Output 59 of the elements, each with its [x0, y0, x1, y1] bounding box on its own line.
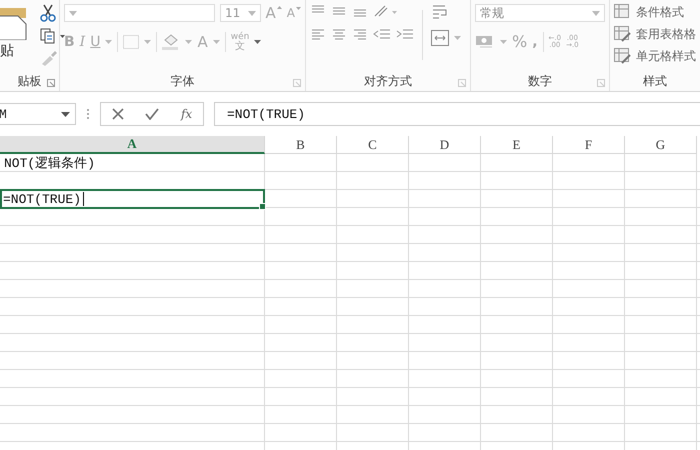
- format-painter-icon[interactable]: [40, 50, 58, 66]
- column-header[interactable]: C: [337, 136, 409, 154]
- name-box[interactable]: M: [0, 103, 76, 125]
- up-arrow-icon: [276, 6, 282, 8]
- scissors-icon[interactable]: [40, 4, 56, 22]
- copy-icon[interactable]: [40, 28, 66, 44]
- more-options-icon[interactable]: [86, 107, 90, 121]
- down-arrow-icon: [296, 7, 301, 10]
- dialog-launcher-icon[interactable]: [597, 79, 605, 87]
- group-label: 数字: [528, 72, 552, 90]
- group-label: 样式: [643, 72, 667, 90]
- style-menu-button[interactable]: 套用表格格: [636, 28, 696, 40]
- checkmark-icon[interactable]: [145, 108, 160, 120]
- fill-handle[interactable]: [259, 203, 266, 210]
- table-style-icon[interactable]: [614, 48, 631, 64]
- group-label: 对齐方式: [364, 72, 412, 90]
- table-style-icon[interactable]: [614, 4, 631, 20]
- indent-icon[interactable]: [396, 28, 414, 40]
- formula-field[interactable]: =NOT(TRUE): [214, 102, 700, 126]
- font-name-dropdown[interactable]: [64, 4, 216, 22]
- paste-button[interactable]: 贴: [0, 42, 14, 60]
- border-icon[interactable]: [123, 35, 140, 49]
- group-label: 字体: [170, 72, 194, 90]
- font-size-dropdown[interactable]: 11: [220, 4, 261, 22]
- caret-icon[interactable]: [61, 112, 70, 116]
- column-header[interactable]: D: [409, 136, 481, 154]
- currency-icon[interactable]: [475, 35, 495, 49]
- number-format-value: 常规: [480, 4, 504, 22]
- cell-text: =NOT(TRUE): [3, 192, 82, 206]
- merge-cells-icon[interactable]: [431, 30, 449, 46]
- close-icon[interactable]: [112, 108, 124, 120]
- name-box-value: M: [0, 106, 7, 122]
- fill-color-icon[interactable]: [162, 34, 180, 50]
- style-menu-button[interactable]: 单元格样式: [636, 50, 696, 62]
- outdent-icon[interactable]: [373, 28, 391, 40]
- column-header[interactable]: F: [553, 136, 625, 154]
- dialog-launcher-icon[interactable]: [47, 79, 55, 87]
- column-header[interactable]: A: [0, 136, 265, 154]
- group-label: 贴板: [18, 72, 42, 90]
- column-header[interactable]: B: [265, 136, 337, 154]
- text-cursor: [83, 192, 84, 206]
- orientation-icon[interactable]: [373, 4, 399, 18]
- dialog-launcher-icon[interactable]: [293, 79, 301, 87]
- table-style-icon[interactable]: [614, 26, 631, 42]
- column-header[interactable]: E: [481, 136, 553, 154]
- number-format-dropdown[interactable]: 常规: [475, 4, 605, 22]
- font-size-value: 11: [225, 6, 240, 20]
- column-header[interactable]: G: [625, 136, 697, 154]
- active-cell[interactable]: =NOT(TRUE): [0, 189, 265, 209]
- wrap-text-icon[interactable]: [431, 4, 449, 20]
- cell-text: NOT(逻辑条件): [4, 155, 96, 172]
- insert-function-button[interactable]: fx: [180, 107, 192, 121]
- style-menu-button[interactable]: 条件格式: [636, 6, 684, 18]
- align-icon[interactable]: [331, 5, 347, 17]
- caret-icon[interactable]: [254, 40, 262, 44]
- align-icon[interactable]: [310, 28, 326, 40]
- align-icon[interactable]: [352, 28, 368, 40]
- align-icon[interactable]: [331, 28, 347, 40]
- dialog-launcher-icon[interactable]: [458, 79, 466, 87]
